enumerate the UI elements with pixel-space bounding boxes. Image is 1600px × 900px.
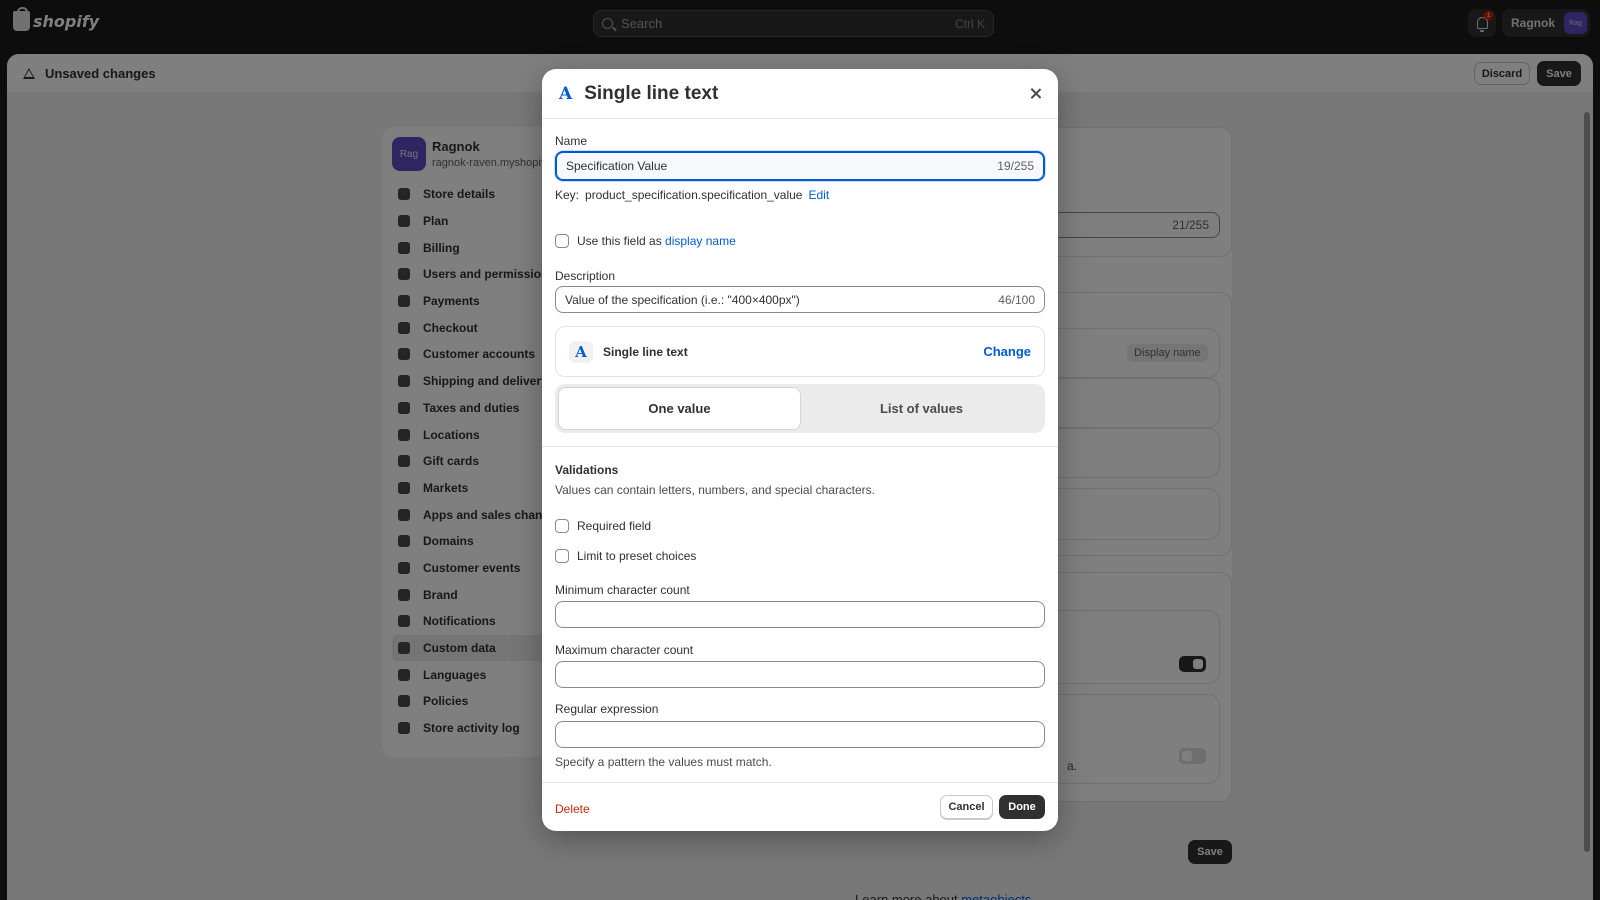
- key-value: product_specification.specification_valu…: [585, 188, 803, 202]
- section-divider: [542, 446, 1058, 447]
- validations-title: Validations: [555, 463, 619, 477]
- metafield-definition-modal: A Single line text Name Specification Va…: [542, 69, 1058, 831]
- description-label: Description: [555, 269, 616, 283]
- display-name-checkbox-row[interactable]: Use this field as display name: [555, 234, 736, 248]
- min-count-field[interactable]: [555, 601, 1045, 628]
- description-counter: 46/100: [998, 292, 1035, 307]
- name-counter: 19/255: [997, 159, 1034, 173]
- preset-choices-label: Limit to preset choices: [577, 549, 697, 563]
- name-value: Specification Value: [566, 159, 668, 173]
- regex-label: Regular expression: [555, 702, 659, 716]
- modal-title: Single line text: [584, 82, 719, 104]
- text-type-icon: A: [559, 83, 573, 104]
- type-card: A Single line text Change: [555, 326, 1045, 377]
- description-value: Value of the specification (i.e.: "400×4…: [565, 292, 800, 307]
- display-name-checkbox[interactable]: [555, 234, 569, 248]
- regex-field[interactable]: [555, 721, 1045, 748]
- value-type-segmented-control: One value List of values: [555, 384, 1045, 433]
- regex-help-text: Specify a pattern the values must match.: [555, 755, 772, 769]
- modal-footer: Delete Cancel Done: [542, 782, 1058, 831]
- cancel-button[interactable]: Cancel: [940, 795, 993, 819]
- display-name-link[interactable]: display name: [665, 234, 736, 248]
- name-field[interactable]: Specification Value 19/255: [555, 151, 1045, 181]
- segment-list-of-values[interactable]: List of values: [801, 387, 1042, 430]
- preset-choices-checkbox[interactable]: [555, 549, 569, 563]
- key-edit-link[interactable]: Edit: [808, 188, 829, 202]
- delete-button[interactable]: Delete: [555, 802, 590, 816]
- max-count-label: Maximum character count: [555, 643, 694, 657]
- close-icon[interactable]: [1028, 86, 1044, 102]
- key-row: Key: product_specification.specification…: [555, 188, 829, 202]
- description-field[interactable]: Value of the specification (i.e.: "400×4…: [555, 286, 1045, 313]
- key-label: Key:: [555, 188, 580, 202]
- modal-header: A Single line text: [542, 69, 1058, 119]
- name-label: Name: [555, 134, 588, 148]
- segment-one-value[interactable]: One value: [558, 387, 801, 430]
- preset-choices-row[interactable]: Limit to preset choices: [555, 549, 696, 563]
- done-button[interactable]: Done: [999, 795, 1045, 819]
- change-type-button[interactable]: Change: [983, 344, 1031, 359]
- required-field-label: Required field: [577, 519, 652, 533]
- max-count-field[interactable]: [555, 661, 1045, 688]
- type-name: Single line text: [603, 344, 688, 359]
- display-name-label: Use this field as: [577, 234, 662, 248]
- required-field-row[interactable]: Required field: [555, 519, 651, 533]
- validations-subtitle: Values can contain letters, numbers, and…: [555, 483, 875, 497]
- min-count-label: Minimum character count: [555, 583, 690, 597]
- required-field-checkbox[interactable]: [555, 519, 569, 533]
- text-type-icon: A: [569, 340, 593, 363]
